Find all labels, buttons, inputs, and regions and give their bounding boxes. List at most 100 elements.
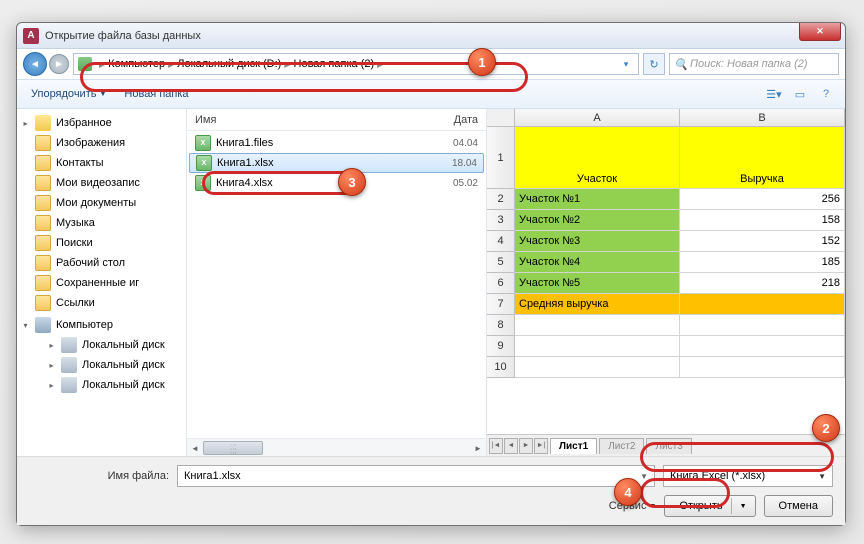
window-title: Открытие файла базы данных bbox=[45, 30, 201, 42]
sidebar-drive[interactable]: ▸Локальный диск bbox=[17, 335, 186, 355]
cell[interactable]: Участок №5 bbox=[515, 273, 680, 294]
nav-forward-button[interactable]: ► bbox=[49, 54, 69, 74]
cell[interactable] bbox=[515, 336, 680, 357]
folder-icon bbox=[35, 135, 51, 151]
sidebar-drive[interactable]: ▸Локальный диск bbox=[17, 355, 186, 375]
row-header[interactable]: 8 bbox=[487, 315, 515, 336]
dropdown-icon[interactable]: ▼ bbox=[640, 472, 648, 481]
sidebar-favorites[interactable]: ▸Избранное bbox=[17, 113, 186, 133]
cell[interactable]: 218 bbox=[680, 273, 845, 294]
row-header[interactable]: 1 bbox=[487, 127, 515, 189]
scroll-thumb[interactable] bbox=[203, 441, 263, 455]
filetype-select[interactable]: Книга Excel (*.xlsx)▼ bbox=[663, 465, 833, 487]
row-header[interactable]: 6 bbox=[487, 273, 515, 294]
cell[interactable]: Участок bbox=[515, 127, 680, 189]
views-icon[interactable]: ☰▾ bbox=[763, 83, 785, 105]
sidebar-item[interactable]: Сохраненные иг bbox=[17, 273, 186, 293]
cell[interactable]: 256 bbox=[680, 189, 845, 210]
cell[interactable]: Участок №1 bbox=[515, 189, 680, 210]
tab-nav-last-icon[interactable]: ►| bbox=[534, 438, 548, 454]
refresh-button[interactable]: ↻ bbox=[643, 53, 665, 75]
crumb-drive[interactable]: Локальный диск (D:) bbox=[177, 58, 281, 70]
cell[interactable] bbox=[680, 315, 845, 336]
folder-icon bbox=[35, 175, 51, 191]
sidebar-item[interactable]: Изображения bbox=[17, 133, 186, 153]
search-input[interactable]: 🔍 Поиск: Новая папка (2) bbox=[669, 53, 839, 75]
cell[interactable]: Участок №2 bbox=[515, 210, 680, 231]
cell[interactable] bbox=[515, 357, 680, 378]
tab-nav-first-icon[interactable]: |◄ bbox=[489, 438, 503, 454]
sidebar-item[interactable]: Контакты bbox=[17, 153, 186, 173]
open-dropdown-icon[interactable]: ▼ bbox=[736, 503, 751, 510]
open-button[interactable]: Открыть▼ bbox=[664, 495, 755, 517]
file-row[interactable]: X Книга1.files 04.04 bbox=[187, 133, 486, 153]
col-header[interactable]: B bbox=[680, 109, 845, 127]
filename-input[interactable]: Книга1.xlsx▼ bbox=[177, 465, 655, 487]
breadcrumb[interactable]: ▶ Компьютер ▶ Локальный диск (D:) ▶ Нова… bbox=[73, 53, 639, 75]
filename-label: Имя файла: bbox=[29, 470, 169, 482]
sidebar-computer[interactable]: ▾Компьютер bbox=[17, 315, 186, 335]
cell[interactable] bbox=[680, 294, 845, 315]
cell[interactable]: Средняя выручка bbox=[515, 294, 680, 315]
drive-icon bbox=[61, 357, 77, 373]
toolbar: Упорядочить▼ Новая папка ☰▾ ▭ ? bbox=[17, 79, 845, 109]
cell[interactable]: 158 bbox=[680, 210, 845, 231]
row-header[interactable]: 10 bbox=[487, 357, 515, 378]
sidebar-item[interactable]: Ссылки bbox=[17, 293, 186, 313]
sidebar-drive[interactable]: ▸Локальный диск bbox=[17, 375, 186, 395]
tab-nav-prev-icon[interactable]: ◄ bbox=[504, 438, 518, 454]
cancel-button[interactable]: Отмена bbox=[764, 495, 833, 517]
h-scrollbar[interactable]: ◄ ► bbox=[187, 438, 486, 456]
cell[interactable]: 185 bbox=[680, 252, 845, 273]
cell[interactable]: Участок №4 bbox=[515, 252, 680, 273]
cell[interactable] bbox=[680, 357, 845, 378]
drive-icon bbox=[61, 377, 77, 393]
select-all-corner[interactable] bbox=[487, 109, 515, 127]
excel-icon: X bbox=[196, 155, 212, 171]
cell[interactable] bbox=[515, 315, 680, 336]
tab-nav-next-icon[interactable]: ► bbox=[519, 438, 533, 454]
sidebar-item[interactable]: Рабочий стол bbox=[17, 253, 186, 273]
row-header[interactable]: 3 bbox=[487, 210, 515, 231]
sheet-tab[interactable]: Лист1 bbox=[550, 438, 597, 454]
titlebar: A Открытие файла базы данных ✕ bbox=[17, 23, 845, 49]
crumb-computer[interactable]: Компьютер bbox=[108, 58, 165, 70]
row-header[interactable]: 4 bbox=[487, 231, 515, 252]
dropdown-icon[interactable]: ▼ bbox=[818, 472, 826, 481]
sheet-tab[interactable]: Лист2 bbox=[599, 438, 644, 454]
file-list-header[interactable]: Имя Дата bbox=[187, 109, 486, 131]
help-icon[interactable]: ? bbox=[815, 83, 837, 105]
sidebar-item[interactable]: Поиски bbox=[17, 233, 186, 253]
cell[interactable]: 152 bbox=[680, 231, 845, 252]
new-folder-button[interactable]: Новая папка bbox=[118, 84, 194, 104]
preview-pane: A B 1 2 3 4 5 6 7 8 9 10 Участо bbox=[487, 109, 845, 456]
col-header[interactable]: A bbox=[515, 109, 680, 127]
tools-menu[interactable]: Сервис▼ bbox=[609, 500, 657, 512]
folder-icon bbox=[35, 195, 51, 211]
scroll-right-icon[interactable]: ► bbox=[470, 439, 486, 456]
row-header[interactable]: 9 bbox=[487, 336, 515, 357]
crumb-folder[interactable]: Новая папка (2) bbox=[294, 58, 375, 70]
row-header[interactable]: 2 bbox=[487, 189, 515, 210]
cell[interactable]: Участок №3 bbox=[515, 231, 680, 252]
close-button[interactable]: ✕ bbox=[799, 23, 841, 41]
sidebar: ▸Избранное Изображения Контакты Мои виде… bbox=[17, 109, 187, 456]
col-name[interactable]: Имя bbox=[195, 114, 454, 126]
file-row[interactable]: X Книга4.xlsx 05.02 bbox=[187, 173, 486, 193]
cell[interactable] bbox=[680, 336, 845, 357]
col-date[interactable]: Дата bbox=[454, 114, 478, 126]
preview-pane-icon[interactable]: ▭ bbox=[789, 83, 811, 105]
nav-back-button[interactable]: ◄ bbox=[23, 52, 47, 76]
sidebar-item[interactable]: Мои видеозапис bbox=[17, 173, 186, 193]
scroll-left-icon[interactable]: ◄ bbox=[187, 439, 203, 456]
sidebar-item[interactable]: Музыка bbox=[17, 213, 186, 233]
crumb-dropdown-icon[interactable]: ▾ bbox=[618, 56, 634, 72]
sidebar-item[interactable]: Мои документы bbox=[17, 193, 186, 213]
sheet-tab[interactable]: Лист3 bbox=[646, 438, 691, 454]
row-header[interactable]: 5 bbox=[487, 252, 515, 273]
cell[interactable]: Выручка bbox=[680, 127, 845, 189]
organize-menu[interactable]: Упорядочить▼ bbox=[25, 84, 112, 104]
row-header[interactable]: 7 bbox=[487, 294, 515, 315]
folder-icon bbox=[35, 215, 51, 231]
file-row-selected[interactable]: X Книга1.xlsx 18.04 bbox=[189, 153, 484, 173]
